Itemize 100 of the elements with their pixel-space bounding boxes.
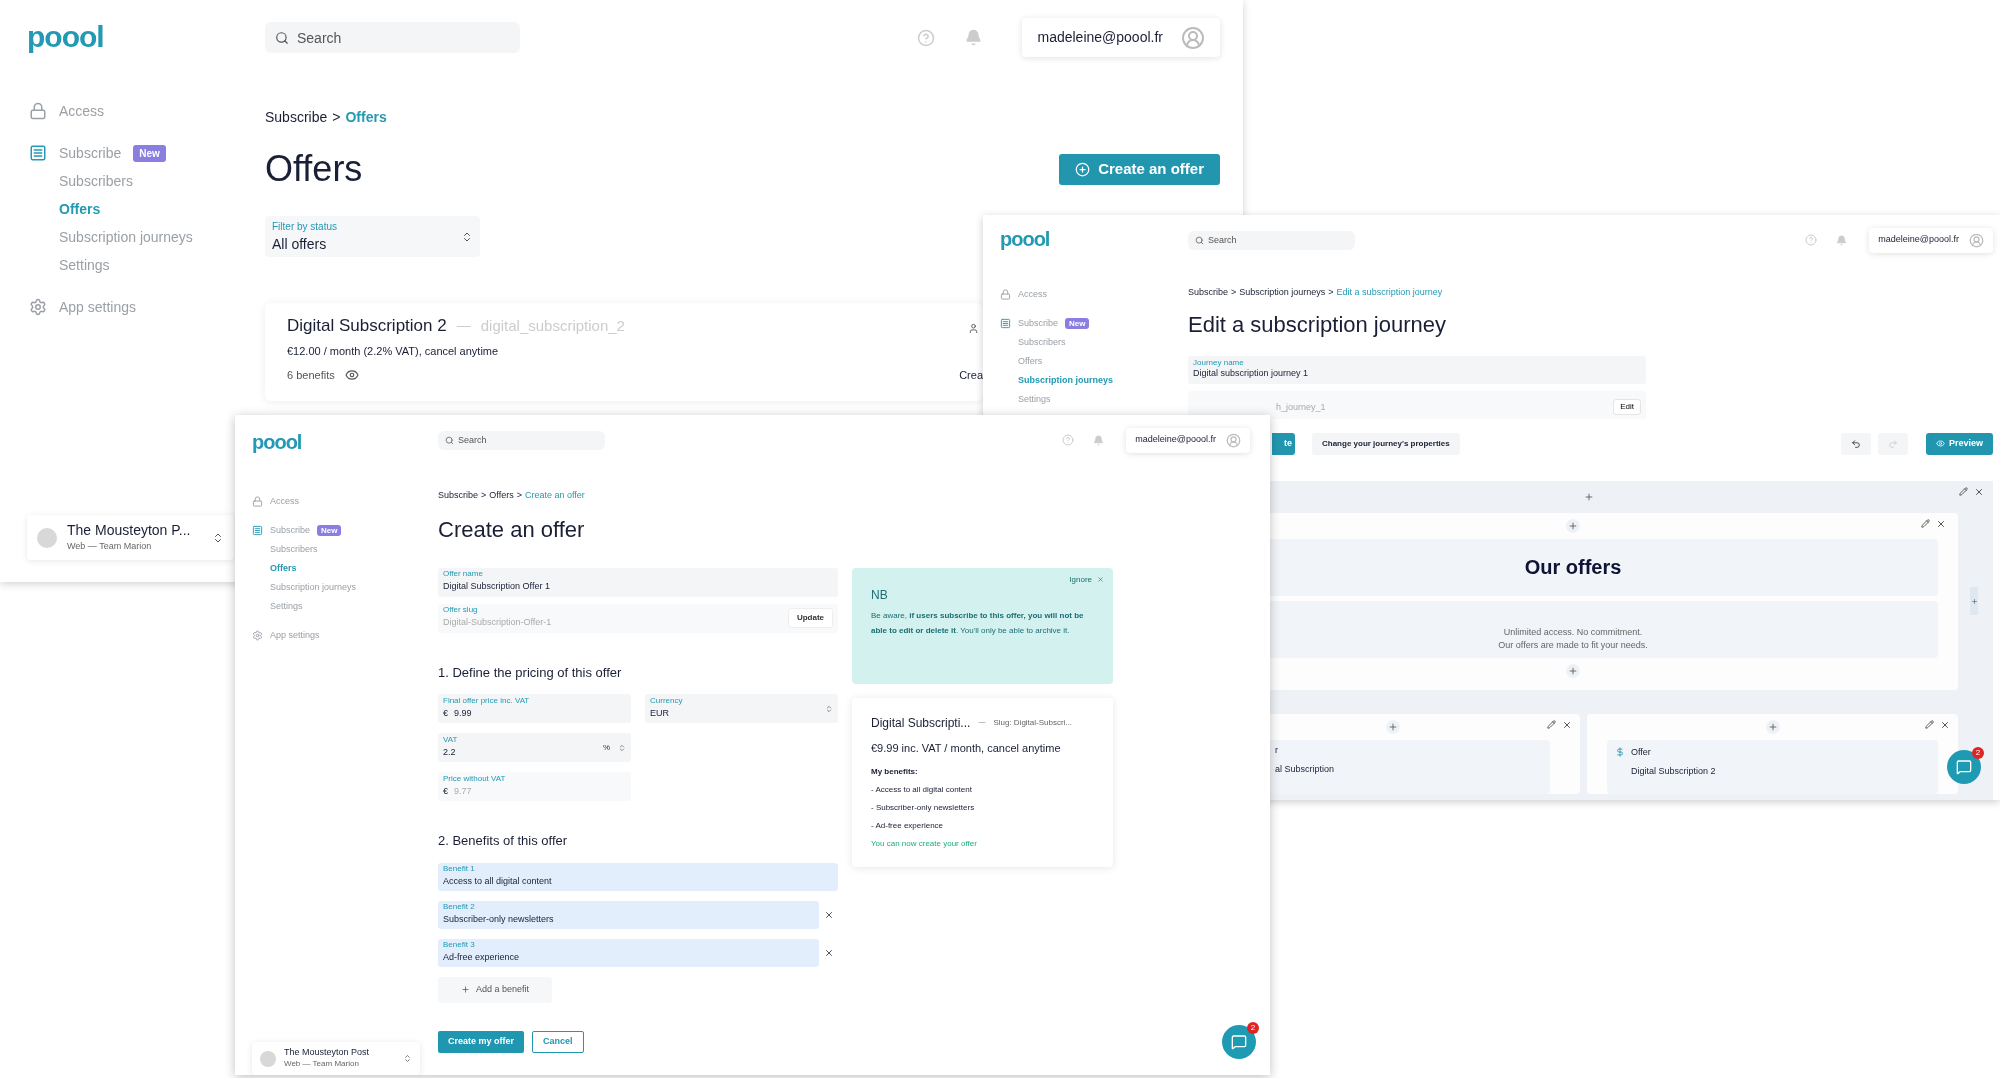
chat-button[interactable]: 2 <box>1222 1025 1256 1059</box>
breadcrumb-link[interactable]: Subscribe <box>265 107 328 128</box>
pencil-icon[interactable] <box>1547 720 1556 729</box>
logo[interactable]: poool <box>1000 229 1185 249</box>
save-button[interactable]: te <box>1272 432 1295 455</box>
benefit-field[interactable]: Benefit 2 Subscriber-only newsletters <box>438 900 819 929</box>
close-icon[interactable] <box>1562 719 1572 730</box>
add-benefit-button[interactable]: Add a benefit <box>438 976 552 1003</box>
sidebar-subitem[interactable]: Subscription journeys <box>59 226 193 248</box>
sidebar-item[interactable]: Subscribe <box>270 523 311 538</box>
sidebar-subitem[interactable]: Settings <box>59 254 110 276</box>
search-field[interactable]: Search <box>1188 230 1355 250</box>
benefit-field[interactable]: Benefit 1 Access to all digital content <box>438 862 838 891</box>
sidebar-item[interactable]: Access <box>1018 287 1047 302</box>
pencil-icon[interactable] <box>1925 720 1934 729</box>
search-field[interactable]: Search <box>265 22 520 53</box>
user-menu[interactable]: madeleine@poool.fr <box>1126 427 1250 453</box>
journey-slug-field[interactable]: h_journey_1 Edit <box>1188 390 1646 419</box>
close-icon[interactable] <box>1936 518 1946 529</box>
add-block-icon[interactable] <box>1566 663 1580 678</box>
chevron-icon <box>825 704 833 713</box>
remove-icon[interactable] <box>824 909 834 920</box>
avatar-icon <box>1969 232 1984 248</box>
workspace-switcher[interactable]: The Mousteyton Post Web — Team Marion <box>252 1042 420 1075</box>
breadcrumb-link[interactable]: Subscribe <box>438 489 479 503</box>
preview-button[interactable]: Preview <box>1925 432 1993 455</box>
slug-field[interactable]: Offer slug Digital-Subscription-Offer-1 Update <box>438 603 838 633</box>
sidebar-item[interactable]: Subscribe <box>59 142 122 164</box>
sidebar-subitem[interactable]: Offers <box>1018 354 1043 369</box>
input-field[interactable]: Final offer price inc. VAT € 9.99 <box>438 694 631 723</box>
sidebar-item[interactable]: Access <box>270 494 299 509</box>
cancel-button[interactable]: Cancel <box>532 1030 584 1053</box>
benefit-field[interactable]: Benefit 3 Ad-free experience <box>438 938 819 967</box>
sidebar-subitem[interactable]: Settings <box>270 599 303 614</box>
sidebar-subitem[interactable]: Subscribers <box>270 542 318 557</box>
sidebar-item[interactable]: App settings <box>270 628 320 643</box>
help-icon[interactable] <box>1805 234 1818 246</box>
breadcrumb-link[interactable]: Subscription journeys <box>1239 286 1326 300</box>
ignore-link[interactable]: Ignore <box>1069 573 1092 586</box>
user-menu[interactable]: madeleine@poool.fr <box>1022 18 1220 57</box>
bell-icon[interactable] <box>965 29 983 46</box>
breadcrumb-link[interactable]: Offers <box>345 107 387 128</box>
sidebar-subitem[interactable]: Subscription journeys <box>270 580 357 595</box>
journey-name-field[interactable]: Journey name Digital subscription journey 1 <box>1188 355 1646 384</box>
help-icon[interactable] <box>1062 434 1075 446</box>
logo[interactable]: poool <box>27 22 265 52</box>
side-add-tab[interactable] <box>1970 587 1978 615</box>
add-block-icon[interactable] <box>1386 719 1400 734</box>
canvas-text: r <box>1275 743 1279 757</box>
eye-icon[interactable] <box>344 368 359 383</box>
create-offer-button[interactable]: Create my offer <box>438 1030 525 1053</box>
edit-button[interactable]: Edit <box>1613 398 1641 415</box>
status-filter[interactable]: Filter by status All offers <box>265 216 480 257</box>
breadcrumb-link[interactable]: Offers <box>489 489 514 503</box>
search-field[interactable]: Search <box>438 430 605 450</box>
sidebar-subitem[interactable]: Subscribers <box>1018 335 1066 350</box>
add-block-icon[interactable] <box>1765 719 1780 734</box>
update-button[interactable]: Update <box>787 608 833 628</box>
breadcrumb-link[interactable]: Subscribe <box>1188 286 1229 300</box>
pencil-icon[interactable] <box>1959 487 1968 496</box>
chat-icon <box>1956 759 1972 775</box>
plus-icon <box>1970 597 1978 605</box>
sidebar-subitem[interactable]: Settings <box>1018 392 1051 407</box>
user-email: madeleine@poool.fr <box>1135 433 1216 447</box>
undo-button[interactable] <box>1840 432 1871 455</box>
workspace-switcher[interactable]: The Mousteyton P... Web — Team Marion <box>27 515 234 560</box>
close-icon[interactable] <box>1940 719 1950 730</box>
close-icon[interactable] <box>1974 486 1984 497</box>
sidebar-subitem[interactable]: Offers <box>270 561 297 576</box>
pencil-icon[interactable] <box>1921 519 1930 528</box>
list-icon <box>252 525 263 536</box>
breadcrumb-link[interactable]: Create an offer <box>524 489 585 503</box>
field-label: Journey name <box>1193 358 1245 367</box>
stepper-icon[interactable] <box>618 743 626 752</box>
input-field[interactable]: Currency EUR <box>645 694 838 723</box>
breadcrumb-link[interactable]: Edit a subscription journey <box>1336 286 1443 300</box>
workspace-name: The Mousteyton P... <box>67 522 192 540</box>
add-block-icon[interactable] <box>1566 518 1580 533</box>
input-field[interactable]: VAT 2.2 % <box>438 733 631 762</box>
remove-icon[interactable] <box>824 947 834 958</box>
create-offer-button[interactable]: Create an offer <box>1059 153 1220 185</box>
status-text: You can now create your offer <box>871 838 978 850</box>
field-value: Digital Subscription Offer 1 <box>443 580 550 594</box>
workspace-detail: Web — Team Marion <box>67 539 153 553</box>
bell-icon[interactable] <box>1093 434 1105 446</box>
logo[interactable]: poool <box>252 432 438 452</box>
help-icon[interactable] <box>917 28 936 47</box>
sidebar-subitem[interactable]: Subscribers <box>59 170 133 192</box>
bell-icon[interactable] <box>1836 234 1848 246</box>
sidebar-item[interactable]: App settings <box>59 296 137 318</box>
field-value: Digital-Subscription-Offer-1 <box>443 616 553 630</box>
user-menu[interactable]: madeleine@poool.fr <box>1869 227 1993 253</box>
input-field[interactable]: Offer name Digital Subscription Offer 1 <box>438 567 838 597</box>
properties-button[interactable]: Change your journey's properties <box>1312 432 1460 455</box>
sidebar-subitem[interactable]: Offers <box>59 198 101 220</box>
sidebar-item[interactable]: Subscribe <box>1018 316 1059 331</box>
canvas-text: Unlimited access. No commitment. <box>1503 625 1643 639</box>
sidebar-item[interactable]: Access <box>59 100 105 122</box>
field-value: 2.2 <box>443 745 456 759</box>
sidebar-subitem[interactable]: Subscription journeys <box>1018 373 1113 388</box>
